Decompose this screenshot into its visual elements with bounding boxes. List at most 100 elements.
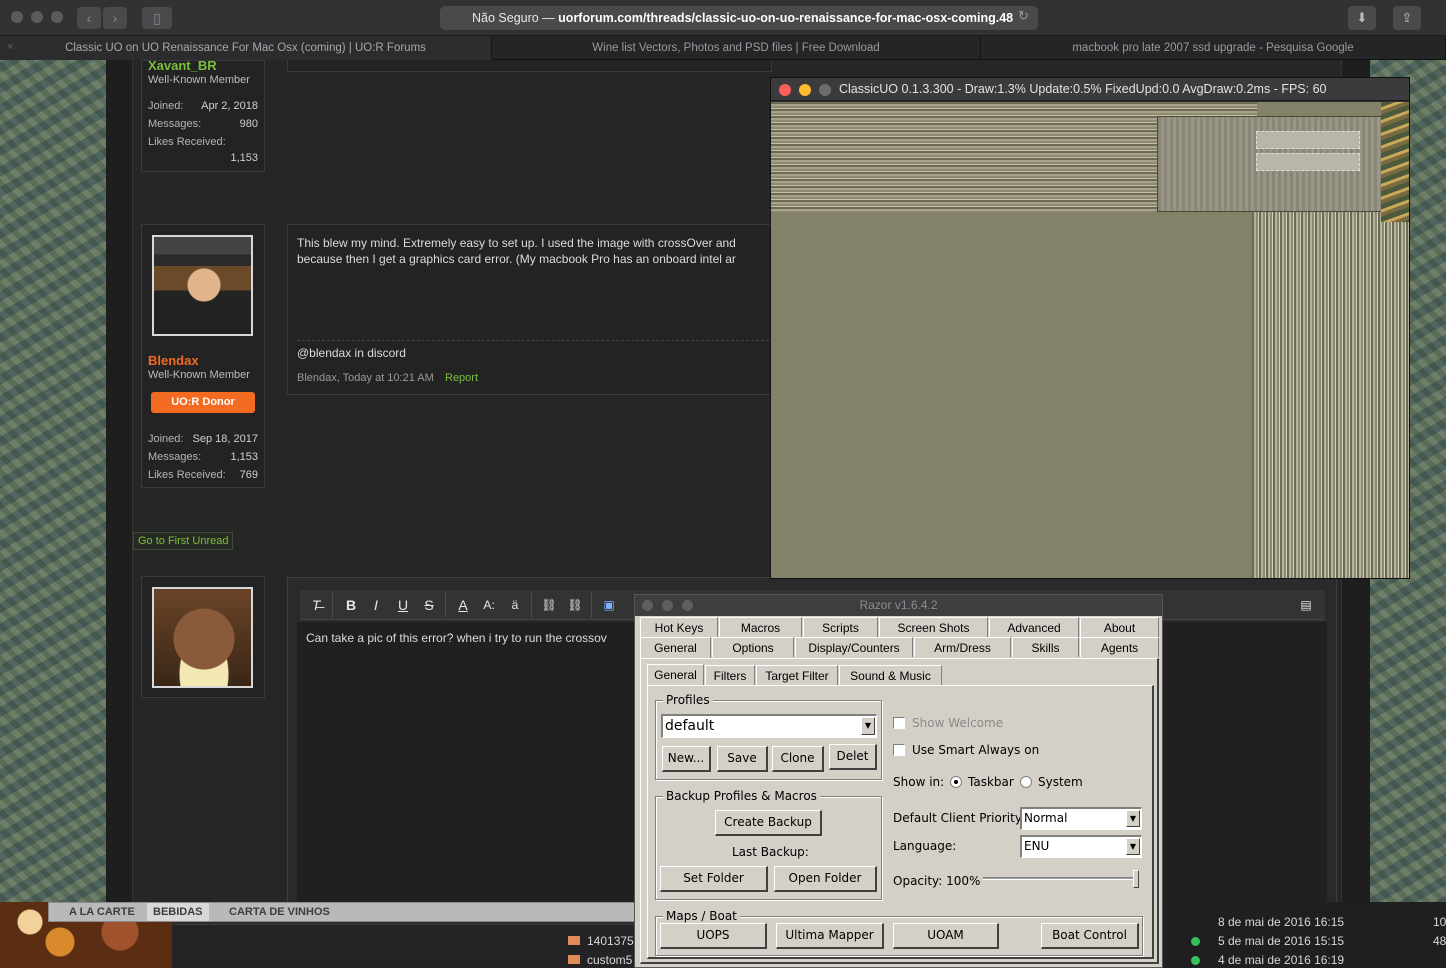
- minimize-window-button[interactable]: [662, 600, 673, 611]
- avatar[interactable]: [152, 235, 253, 336]
- save-profile-button[interactable]: Save: [717, 746, 768, 772]
- tab-arm-dress[interactable]: Arm/Dress: [914, 637, 1011, 657]
- back-button[interactable]: ‹: [77, 7, 101, 29]
- subtab-target-filter[interactable]: Target Filter: [756, 665, 838, 685]
- go-to-first-unread-link[interactable]: Go to First Unread: [133, 532, 234, 550]
- priority-label: Default Client Priority:: [893, 811, 1026, 825]
- create-backup-button[interactable]: Create Backup: [715, 810, 822, 836]
- tab-macros[interactable]: Macros: [719, 617, 802, 637]
- status-dot: [1191, 956, 1200, 965]
- tab-display-counters[interactable]: Display/Counters: [795, 637, 913, 657]
- toolbar-separator: [445, 592, 446, 618]
- close-window-button[interactable]: [11, 11, 23, 23]
- address-bar[interactable]: Não Seguro — uorforum.com/threads/classi…: [440, 6, 1038, 30]
- file-name[interactable]: 1401375: [587, 934, 634, 948]
- stat-value: 1,153: [230, 451, 258, 463]
- gump-border-decoration: [1381, 102, 1409, 222]
- password-field[interactable]: [1256, 153, 1360, 171]
- font-family-icon[interactable]: ä: [504, 595, 526, 615]
- username-link[interactable]: Blendax: [148, 353, 199, 368]
- bold-icon[interactable]: B: [340, 595, 362, 615]
- ultima-mapper-button[interactable]: Ultima Mapper: [776, 923, 884, 949]
- sidebar-icon: ▯: [153, 10, 161, 26]
- priority-select[interactable]: Normal ▼: [1020, 807, 1142, 830]
- address-security-text: Não Seguro —: [472, 11, 559, 25]
- reload-icon[interactable]: ↻: [1018, 8, 1029, 24]
- tab-screen-shots[interactable]: Screen Shots: [879, 617, 988, 637]
- opacity-slider-handle[interactable]: [1133, 870, 1139, 888]
- zoom-window-button[interactable]: [819, 84, 831, 96]
- image-icon[interactable]: ▣: [598, 595, 620, 615]
- subtab-general[interactable]: General: [647, 664, 704, 686]
- login-gump[interactable]: [1157, 116, 1407, 212]
- share-button[interactable]: ⇪: [1393, 6, 1421, 30]
- tab-advanced[interactable]: Advanced: [989, 617, 1079, 637]
- tab-agents[interactable]: Agents: [1080, 637, 1159, 657]
- file-icon: [568, 955, 580, 964]
- dropdown-arrow-icon[interactable]: ▼: [1126, 838, 1140, 855]
- downloads-button[interactable]: ⬇: [1348, 6, 1376, 30]
- menu-tab-bebidas[interactable]: BEBIDAS: [147, 903, 209, 921]
- tab-wine-list[interactable]: Wine list Vectors, Photos and PSD files …: [492, 36, 981, 60]
- subtab-filters[interactable]: Filters: [705, 665, 755, 685]
- set-folder-button[interactable]: Set Folder: [660, 866, 768, 892]
- menu-tab-carta-de-vinhos[interactable]: CARTA DE VINHOS: [229, 903, 330, 921]
- report-link[interactable]: Report: [445, 370, 478, 386]
- menu-tab-a-la-carte[interactable]: A LA CARTE: [69, 903, 135, 921]
- toggle-bbcode-icon[interactable]: ▤: [1295, 595, 1317, 615]
- close-window-button[interactable]: [779, 84, 791, 96]
- sidebar-button[interactable]: ▯: [142, 7, 172, 29]
- tab-about[interactable]: About: [1080, 617, 1159, 637]
- subtab-sound-music[interactable]: Sound & Music: [839, 665, 942, 685]
- opacity-slider-track[interactable]: [983, 877, 1139, 880]
- tab-skills[interactable]: Skills: [1012, 637, 1079, 657]
- font-size-icon[interactable]: A:: [478, 595, 500, 615]
- clone-profile-button[interactable]: Clone: [772, 746, 824, 772]
- zoom-window-button[interactable]: [682, 600, 693, 611]
- italic-icon[interactable]: I: [365, 595, 387, 615]
- stat-value: 769: [239, 469, 258, 481]
- tab-general[interactable]: General: [640, 637, 711, 659]
- tab-close-icon[interactable]: ✕: [6, 36, 14, 60]
- profile-select[interactable]: default ▼: [661, 714, 877, 738]
- classicuo-title: ClassicUO 0.1.3.300 - Draw:1.3% Update:0…: [771, 78, 1409, 101]
- account-field[interactable]: [1256, 131, 1360, 149]
- zoom-window-button[interactable]: [51, 11, 63, 23]
- strikethrough-icon[interactable]: S: [418, 595, 440, 615]
- donor-badge: UO:R Donor: [151, 392, 255, 413]
- file-name[interactable]: custom5: [587, 953, 632, 967]
- open-folder-button[interactable]: Open Folder: [774, 866, 877, 892]
- tab-google-search[interactable]: macbook pro late 2007 ssd upgrade - Pesq…: [981, 36, 1446, 60]
- delete-profile-button[interactable]: Delet: [829, 744, 877, 770]
- close-window-button[interactable]: [642, 600, 653, 611]
- unlink-icon[interactable]: ⛓: [564, 595, 586, 615]
- tab-hot-keys[interactable]: Hot Keys: [640, 617, 718, 637]
- username-link[interactable]: Xavant_BR: [148, 58, 217, 73]
- new-profile-button[interactable]: New...: [662, 746, 711, 772]
- underline-icon[interactable]: U: [392, 595, 414, 615]
- taskbar-radio[interactable]: [950, 776, 962, 788]
- tab-label: Classic UO on UO Renaissance For Mac Osx…: [65, 42, 426, 54]
- toolbar-separator: [531, 592, 532, 618]
- language-select[interactable]: ENU ▼: [1020, 835, 1142, 858]
- boat-control-button[interactable]: Boat Control: [1041, 923, 1139, 949]
- avatar[interactable]: [152, 587, 253, 688]
- uops-button[interactable]: UOPS: [660, 923, 767, 949]
- file-size: 48: [1433, 934, 1446, 948]
- tab-options[interactable]: Options: [712, 637, 794, 657]
- show-welcome-checkbox[interactable]: [893, 717, 905, 729]
- tab-scripts[interactable]: Scripts: [803, 617, 878, 637]
- tab-uor-forums[interactable]: ✕ Classic UO on UO Renaissance For Mac O…: [0, 36, 492, 60]
- dropdown-arrow-icon[interactable]: ▼: [1126, 810, 1140, 827]
- link-icon[interactable]: ⛓: [538, 595, 560, 615]
- uoam-button[interactable]: UOAM: [893, 923, 999, 949]
- stat-value: Apr 2, 2018: [201, 100, 258, 112]
- forward-button[interactable]: ›: [103, 7, 127, 29]
- clear-format-icon[interactable]: T̶: [305, 595, 327, 615]
- minimize-window-button[interactable]: [799, 84, 811, 96]
- text-color-icon[interactable]: A: [452, 595, 474, 615]
- minimize-window-button[interactable]: [31, 11, 43, 23]
- smart-always-on-checkbox[interactable]: [893, 744, 905, 756]
- dropdown-arrow-icon[interactable]: ▼: [861, 717, 875, 735]
- system-radio[interactable]: [1020, 776, 1032, 788]
